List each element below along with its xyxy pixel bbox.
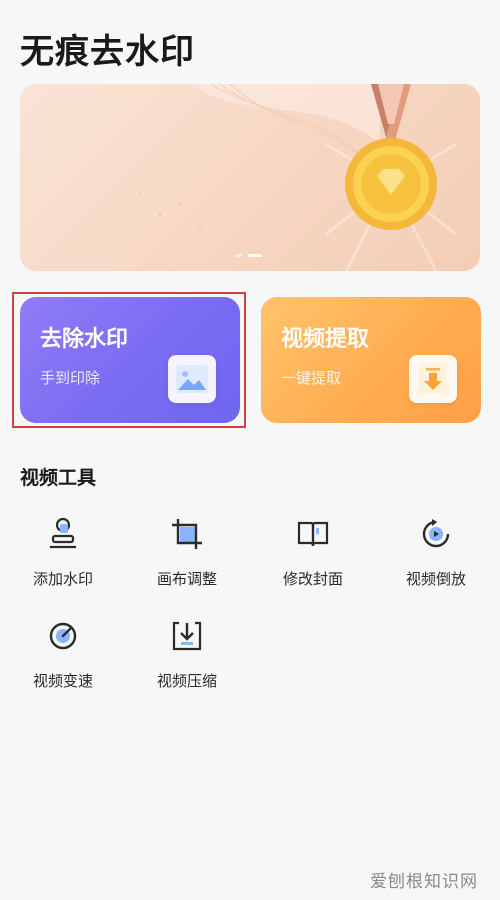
remove-watermark-card[interactable]: 去除水印 手到印除 — [20, 297, 240, 423]
tool-change-speed[interactable]: 视频变速 — [8, 618, 118, 691]
page-title: 无痕去水印 — [20, 32, 195, 72]
tool-label: 视频变速 — [32, 672, 93, 690]
download-icon — [409, 355, 457, 403]
video-extract-card[interactable]: 视频提取 一键提取 — [261, 297, 481, 423]
card-subtitle: 一键提取 — [281, 369, 342, 387]
section-title: 视频工具 — [20, 467, 97, 489]
tool-label: 视频压缩 — [156, 672, 217, 690]
speed-gauge-icon — [49, 622, 77, 650]
carousel-dots — [236, 254, 262, 257]
image-icon — [168, 355, 216, 403]
card-subtitle: 手到印除 — [40, 369, 101, 387]
tool-label: 修改封面 — [282, 570, 343, 588]
tool-add-watermark[interactable]: 添加水印 — [8, 516, 118, 589]
tool-compress-video[interactable]: 视频压缩 — [132, 618, 242, 691]
tool-label: 画布调整 — [156, 570, 217, 588]
card-title: 视频提取 — [281, 327, 370, 352]
site-watermark: 爱刨根知识网 — [370, 872, 478, 892]
medal-icon — [326, 84, 456, 271]
compress-icon — [172, 621, 202, 651]
card-title: 去除水印 — [40, 327, 129, 352]
book-icon — [297, 521, 329, 547]
tool-reverse-video[interactable]: 视频倒放 — [381, 516, 491, 589]
carousel-dot-active[interactable] — [248, 254, 262, 257]
reverse-play-icon — [422, 519, 450, 548]
promo-banner[interactable] — [20, 84, 480, 271]
tool-edit-cover[interactable]: 修改封面 — [258, 516, 368, 589]
tool-canvas-adjust[interactable]: 画布调整 — [132, 516, 242, 589]
crop-icon — [172, 519, 202, 549]
tool-label: 添加水印 — [32, 570, 93, 588]
carousel-dot[interactable] — [236, 254, 242, 257]
tool-label: 视频倒放 — [405, 570, 466, 588]
stamp-icon — [50, 517, 76, 549]
